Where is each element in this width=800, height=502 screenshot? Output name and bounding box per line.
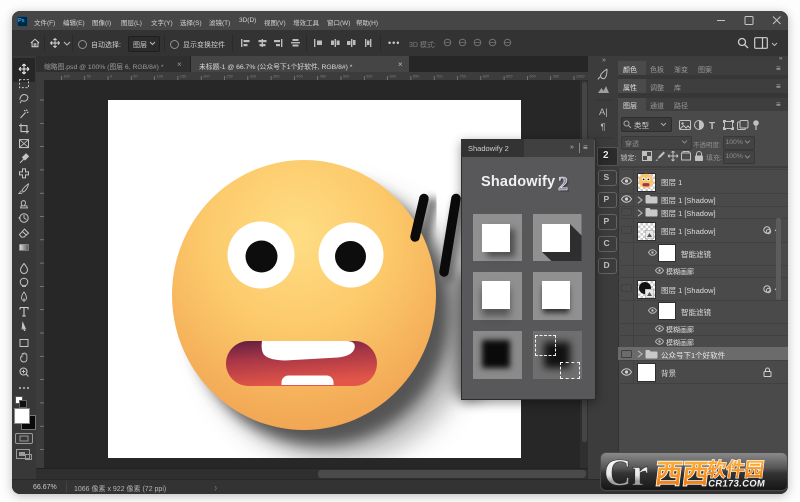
svg-text:A|: A| bbox=[599, 107, 608, 118]
svg-text:50: 50 bbox=[87, 75, 91, 79]
svg-text:50: 50 bbox=[133, 75, 137, 79]
svg-text:400: 400 bbox=[296, 75, 302, 79]
svg-text:150: 150 bbox=[180, 75, 186, 79]
svg-text:T: T bbox=[709, 121, 715, 131]
svg-text:200: 200 bbox=[203, 75, 209, 79]
svg-text:西西: 西西 bbox=[654, 458, 712, 489]
svg-text:950: 950 bbox=[553, 75, 559, 79]
svg-text:750: 750 bbox=[460, 75, 466, 79]
svg-text:CR173.COM: CR173.COM bbox=[708, 479, 766, 490]
svg-text:100: 100 bbox=[63, 75, 69, 79]
svg-text:500: 500 bbox=[343, 75, 349, 79]
svg-text:600: 600 bbox=[390, 75, 396, 79]
svg-text:450: 450 bbox=[320, 75, 326, 79]
svg-text:2: 2 bbox=[558, 173, 568, 194]
svg-text:300: 300 bbox=[250, 75, 256, 79]
svg-text:900: 900 bbox=[529, 75, 535, 79]
svg-text:550: 550 bbox=[366, 75, 372, 79]
svg-text:0: 0 bbox=[110, 75, 112, 79]
svg-text:350: 350 bbox=[273, 75, 279, 79]
svg-text:700: 700 bbox=[436, 75, 442, 79]
svg-text:100: 100 bbox=[157, 75, 163, 79]
svg-text:Cr: Cr bbox=[604, 453, 648, 490]
svg-text:650: 650 bbox=[413, 75, 419, 79]
svg-text:800: 800 bbox=[483, 75, 489, 79]
svg-text:1000: 1000 bbox=[576, 75, 584, 79]
svg-text:850: 850 bbox=[506, 75, 512, 79]
svg-text:¶: ¶ bbox=[601, 122, 606, 133]
svg-text:250: 250 bbox=[227, 75, 233, 79]
svg-text:»: » bbox=[602, 57, 606, 64]
